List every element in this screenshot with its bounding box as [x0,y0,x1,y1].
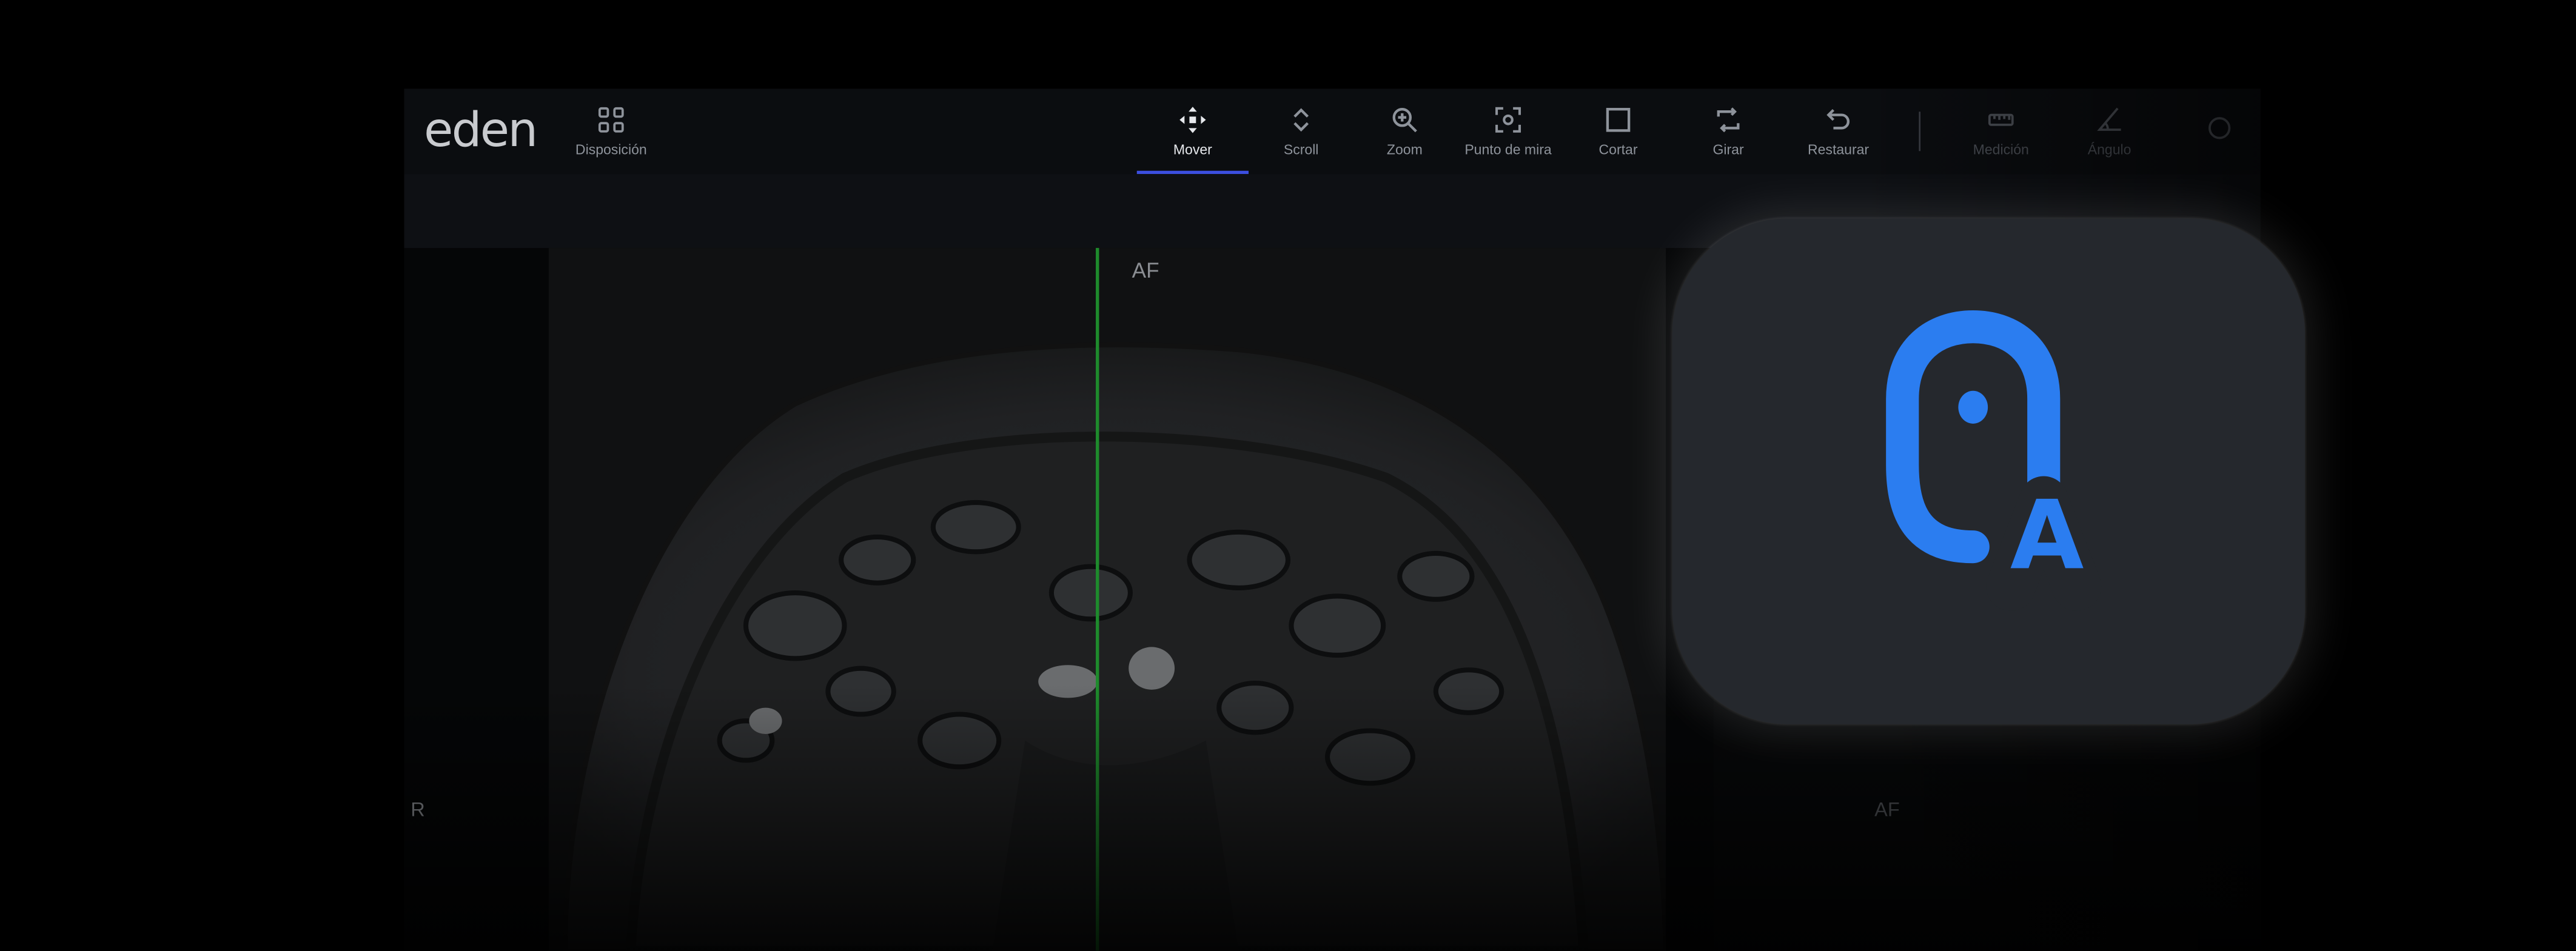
rotate-tool-button[interactable]: Girar [1682,88,1774,174]
crosshair-tool-label: Punto de mira [1464,141,1552,158]
crosshair-tool-button[interactable]: Punto de mira [1459,88,1558,174]
crosshair-line[interactable] [1096,248,1099,951]
app-icon-badge: A [1672,218,2305,724]
move-tool-label: Mover [1173,141,1212,158]
zoom-tool-label: Zoom [1386,141,1423,158]
move-tool-button[interactable]: Mover [1136,88,1249,175]
secondary-orientation-label: AF [1874,798,1900,821]
measure-tool-button[interactable]: Medición [1955,88,2047,174]
layout-button[interactable]: Disposición [562,88,661,174]
grid-icon [598,107,624,133]
mri-axial-slice [562,342,1666,951]
layout-label: Disposición [575,141,647,158]
angle-tool-button[interactable]: Ángulo [2067,88,2152,174]
mri-viewport[interactable] [548,248,1666,951]
crosshair-icon [1495,107,1521,133]
mouse-accessibility-icon [1886,310,2102,611]
measure-tool-label: Medición [1973,141,2029,158]
stage: eden Disposición Mover Scroll Zoom Punto… [0,0,2576,951]
rotate-icon [1717,107,1740,133]
scroll-icon [1293,108,1309,132]
zoom-icon [1392,107,1417,133]
scroll-tool-button[interactable]: Scroll [1252,88,1350,174]
restore-tool-label: Restaurar [1807,141,1870,158]
angle-icon [2097,107,2121,131]
orientation-label-top: AF [1132,258,1159,282]
ruler-icon [1988,113,2014,126]
top-toolbar: eden Disposición Mover Scroll Zoom Punto… [404,88,2261,175]
app-logo: eden [423,101,538,158]
badge-letter: A [2010,479,2084,592]
move-icon [1179,107,1206,133]
toolbar-divider [1919,112,1921,152]
rotate-tool-label: Girar [1712,141,1744,158]
undo-icon [1826,108,1850,130]
zoom-tool-button[interactable]: Zoom [1360,88,1449,174]
orientation-label-left: R [411,798,425,821]
scroll-tool-label: Scroll [1283,141,1319,158]
angle-tool-label: Ángulo [2087,141,2132,158]
crop-tool-label: Cortar [1598,141,1638,158]
ellipse-icon [2208,117,2231,139]
crop-icon [1606,107,1631,132]
restore-tool-button[interactable]: Restaurar [1791,88,1886,174]
ellipse-tool-button[interactable] [2195,88,2244,174]
crop-tool-button[interactable]: Cortar [1574,88,1662,174]
